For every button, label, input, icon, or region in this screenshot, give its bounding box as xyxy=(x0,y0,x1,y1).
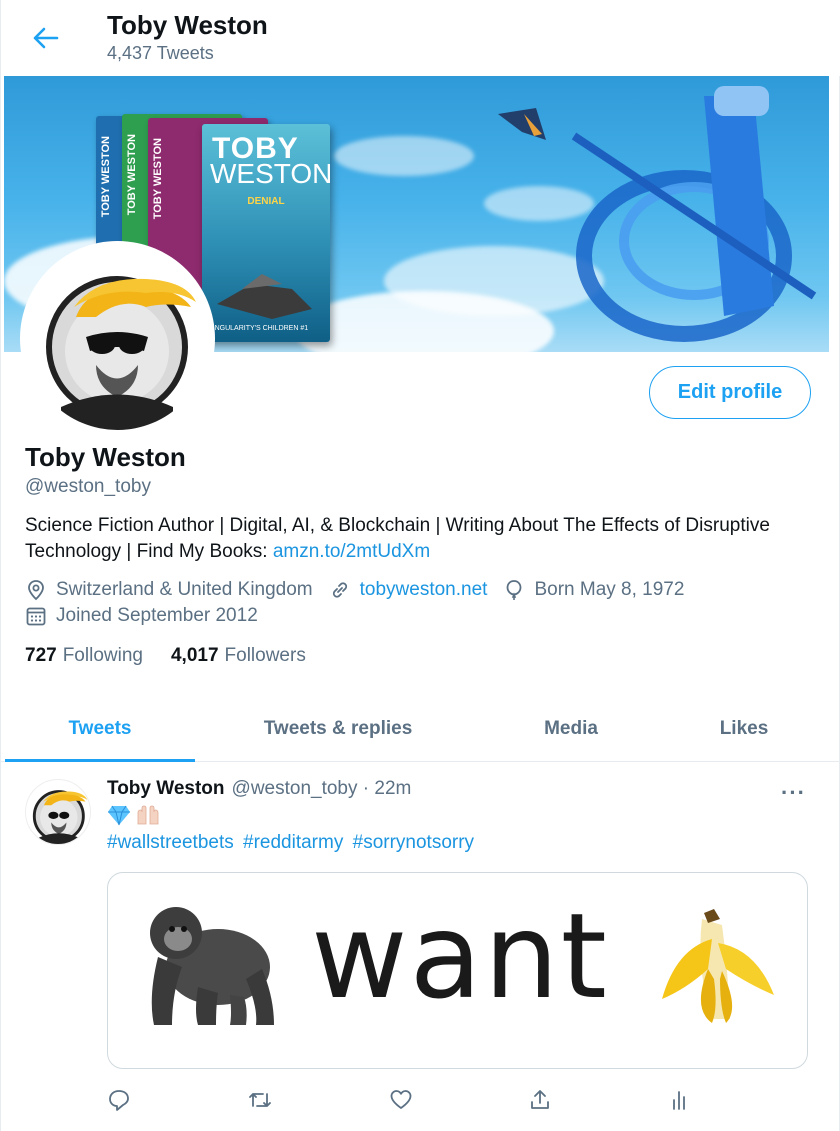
share-button[interactable] xyxy=(525,1085,555,1115)
tweet-count: 4,437 Tweets xyxy=(107,43,214,63)
location-pin-icon xyxy=(28,580,44,601)
profile-joined-row: Joined September 2012 xyxy=(25,605,274,627)
hashtag-link[interactable]: #redditarmy xyxy=(243,832,343,853)
spaceship xyxy=(498,108,546,140)
profile-name: Toby Weston xyxy=(25,442,186,472)
reply-button[interactable] xyxy=(104,1085,134,1115)
tab-tweets-replies[interactable]: Tweets & replies xyxy=(205,697,471,761)
tweet-avatar[interactable] xyxy=(25,779,91,845)
meme-word: want xyxy=(311,887,609,1025)
location-text: Switzerland & United Kingdom xyxy=(56,579,313,600)
retweet-button[interactable] xyxy=(245,1085,275,1115)
tweet-header: Toby Weston @weston_toby · 22m xyxy=(107,778,411,800)
tweet-actions xyxy=(1,1080,840,1116)
tab-media[interactable]: Media xyxy=(481,697,661,761)
calendar-icon xyxy=(26,607,46,626)
back-button[interactable] xyxy=(25,20,67,56)
bio-link[interactable]: amzn.to/2mtUdXm xyxy=(273,541,430,562)
reply-icon xyxy=(109,1090,129,1111)
followers-link[interactable]: 4,017 Followers xyxy=(171,645,306,667)
follow-stats: 727 Following 4,017 Followers xyxy=(25,645,334,667)
edit-profile-button[interactable]: Edit profile xyxy=(649,366,811,419)
heart-icon xyxy=(390,1090,412,1109)
book-illustration xyxy=(217,274,312,319)
retweet-icon xyxy=(249,1093,271,1107)
tweet-media-image[interactable]: want xyxy=(107,872,808,1069)
website-item[interactable]: tobyweston.net xyxy=(329,579,488,601)
joined-item: Joined September 2012 xyxy=(25,605,258,627)
astronaut-portrait xyxy=(32,790,88,844)
profile-page: Toby Weston 4,437 Tweets TOBY WESTON TOB… xyxy=(0,0,840,1131)
book-cover: TOBY WESTON DENIAL SINGULARITY'S CHILDRE… xyxy=(202,124,330,342)
astronaut-portrait xyxy=(46,276,196,430)
hashtag-link[interactable]: #sorrynotsorry xyxy=(353,832,474,853)
profile-handle: @weston_toby xyxy=(25,476,151,497)
profile-avatar[interactable] xyxy=(20,241,215,436)
back-arrow-icon xyxy=(33,27,59,49)
banana-emoji xyxy=(662,909,774,1023)
tweet-emoji-row xyxy=(107,804,161,826)
tweet-hashtags: #wallstreetbets #redditarmy #sorrynotsor… xyxy=(107,832,478,854)
book-series: SINGULARITY'S CHILDREN #1 xyxy=(208,325,309,332)
balloon-icon xyxy=(507,580,522,600)
analytics-icon xyxy=(673,1091,685,1110)
profile-meta-row: Switzerland & United Kingdom tobyweston.… xyxy=(25,579,700,601)
avatar-image xyxy=(26,247,209,430)
raised-hands-icon xyxy=(137,805,159,825)
book-title-line-2: WESTON xyxy=(210,158,330,189)
gorilla-emoji xyxy=(150,907,274,1025)
followers-count: 4,017 xyxy=(170,645,219,666)
share-icon xyxy=(531,1090,549,1109)
more-options-icon[interactable]: ··· xyxy=(781,780,806,806)
gem-icon xyxy=(108,805,130,826)
tab-likes[interactable]: Likes xyxy=(671,697,817,761)
following-link[interactable]: 727 Following xyxy=(25,645,143,667)
tweet-author-name[interactable]: Toby Weston xyxy=(107,778,225,800)
book-subtitle: DENIAL xyxy=(247,196,285,207)
birthday-item: Born May 8, 1972 xyxy=(503,579,684,601)
website-link[interactable]: tobyweston.net xyxy=(360,579,488,601)
following-label: Following xyxy=(62,645,143,666)
like-button[interactable] xyxy=(386,1085,416,1115)
joined-text: Joined September 2012 xyxy=(56,605,258,626)
hashtag-link[interactable]: #wallstreetbets xyxy=(107,832,234,853)
profile-bio: Science Fiction Author | Digital, AI, & … xyxy=(25,513,815,565)
header-title: Toby Weston xyxy=(107,10,268,40)
location-item: Switzerland & United Kingdom xyxy=(25,579,313,601)
followers-label: Followers xyxy=(224,645,306,666)
link-icon xyxy=(332,582,347,598)
tab-tweets[interactable]: Tweets xyxy=(5,697,195,761)
space-station xyxy=(571,86,817,342)
birthday-text: Born May 8, 1972 xyxy=(534,579,685,600)
banner-cloud xyxy=(334,136,474,176)
top-header: Toby Weston 4,437 Tweets xyxy=(1,0,840,76)
following-count: 727 xyxy=(25,645,57,666)
analytics-button[interactable] xyxy=(664,1085,694,1115)
profile-tabs: Tweets Tweets & replies Media Likes xyxy=(1,697,840,762)
tweet-handle-time: @weston_toby · 22m xyxy=(231,778,412,799)
active-tab-indicator xyxy=(5,759,195,762)
